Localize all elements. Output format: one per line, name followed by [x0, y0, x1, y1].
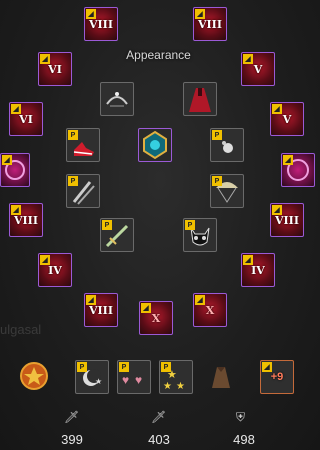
- gear-slot-tag-icon: ◢: [272, 104, 282, 114]
- gear-slot-tag-icon: ◢: [243, 255, 253, 265]
- gear-slot-tag-icon: ◢: [40, 54, 50, 64]
- slot-costume-underwear[interactable]: P: [210, 174, 244, 208]
- gear-slot-tag-icon: ◢: [141, 303, 151, 313]
- slot-helmet-top-left[interactable]: ◢ VIII: [84, 7, 118, 41]
- svg-text:♥: ♥: [122, 373, 129, 387]
- slot-costume-hair[interactable]: [100, 82, 134, 116]
- svg-text:♥: ♥: [135, 373, 142, 387]
- slot-artifact-left[interactable]: ◢: [0, 153, 30, 187]
- slot-belt-left[interactable]: ◢ IV: [38, 253, 72, 287]
- alchemy-stone-icon: [143, 130, 167, 160]
- slot-artifact-right[interactable]: ◢: [281, 153, 315, 187]
- gear-slot-tag-icon: ◢: [2, 155, 12, 165]
- premium-tag-icon: P: [185, 220, 195, 230]
- gear-slot-tag-icon: ◢: [11, 104, 21, 114]
- premium-tag-icon: P: [68, 176, 78, 186]
- awakening-sword-icon: 🗡: [151, 410, 167, 424]
- gear-slot-tag-icon: ◢: [86, 9, 96, 19]
- awakening-attack-value: 403: [148, 432, 170, 447]
- premium-tag-icon: P: [212, 176, 222, 186]
- gear-slot-tag-icon: ◢: [40, 255, 50, 265]
- slot-weapon-left-rank[interactable]: ◢ VIII: [9, 203, 43, 237]
- slot-weapon-right-rank[interactable]: ◢ VIII: [270, 203, 304, 237]
- slot-costume-glove[interactable]: P: [210, 128, 244, 162]
- gear-slot-tag-icon: ◢: [11, 205, 21, 215]
- defense-value: 498: [233, 432, 255, 447]
- slot-costume-mask[interactable]: P: [183, 218, 217, 252]
- slot-sub-weapon[interactable]: ◢ X: [139, 301, 173, 335]
- slot-cloak[interactable]: [207, 363, 235, 391]
- svg-text:★: ★: [95, 377, 102, 386]
- slot-helmet-top-right[interactable]: ◢ VIII: [193, 7, 227, 41]
- slot-main-weapon[interactable]: ◢ VIII: [84, 293, 118, 327]
- background-name: ulgasal: [0, 322, 42, 337]
- red-dress-icon: [189, 88, 211, 112]
- slot-costume-stars[interactable]: P ★ ★ ★: [159, 360, 193, 394]
- slot-costume-weapon-left[interactable]: P: [66, 174, 100, 208]
- gear-slot-tag-icon: ◢: [243, 54, 253, 64]
- gear-slot-tag-icon: ◢: [272, 205, 282, 215]
- slot-costume-earring[interactable]: P ★: [75, 360, 109, 394]
- slot-lifeskill-tool[interactable]: ◢ +9: [260, 360, 294, 394]
- svg-text:★: ★: [163, 381, 172, 392]
- premium-tag-icon: P: [77, 362, 87, 372]
- slot-ring-left[interactable]: ◢ VI: [9, 102, 43, 136]
- tiara-icon: [106, 92, 128, 107]
- slot-ring-right[interactable]: ◢ V: [270, 102, 304, 136]
- slot-costume-glasses[interactable]: P ♥ ♥: [117, 360, 151, 394]
- gear-slot-tag-icon: ◢: [195, 295, 205, 305]
- slot-costume-sword[interactable]: P: [100, 218, 134, 252]
- premium-tag-icon: P: [161, 362, 171, 372]
- slot-alchemy-stone[interactable]: [138, 128, 172, 162]
- premium-tag-icon: P: [212, 130, 222, 140]
- gear-slot-tag-icon: ◢: [262, 362, 272, 372]
- slot-belt-right[interactable]: ◢ IV: [241, 253, 275, 287]
- attack-sword-icon: 🗡: [64, 410, 80, 424]
- premium-tag-icon: P: [68, 130, 78, 140]
- premium-tag-icon: P: [102, 220, 112, 230]
- gear-slot-tag-icon: ◢: [283, 155, 293, 165]
- medal-icon: [20, 362, 48, 390]
- slot-badge[interactable]: [16, 358, 52, 394]
- slot-costume-outfit[interactable]: [183, 82, 217, 116]
- slot-accessory-right[interactable]: ◢ V: [241, 52, 275, 86]
- defense-shield-icon: ⛨: [236, 410, 246, 424]
- attack-value: 399: [61, 432, 83, 447]
- slot-accessory-left[interactable]: ◢ VI: [38, 52, 72, 86]
- slot-awakening-weapon[interactable]: ◢ X: [193, 293, 227, 327]
- gear-slot-tag-icon: ◢: [195, 9, 205, 19]
- svg-text:★: ★: [176, 381, 185, 392]
- cloak-icon: [212, 367, 230, 388]
- premium-tag-icon: P: [119, 362, 129, 372]
- gear-slot-tag-icon: ◢: [86, 295, 96, 305]
- slot-costume-shoes[interactable]: P: [66, 128, 100, 162]
